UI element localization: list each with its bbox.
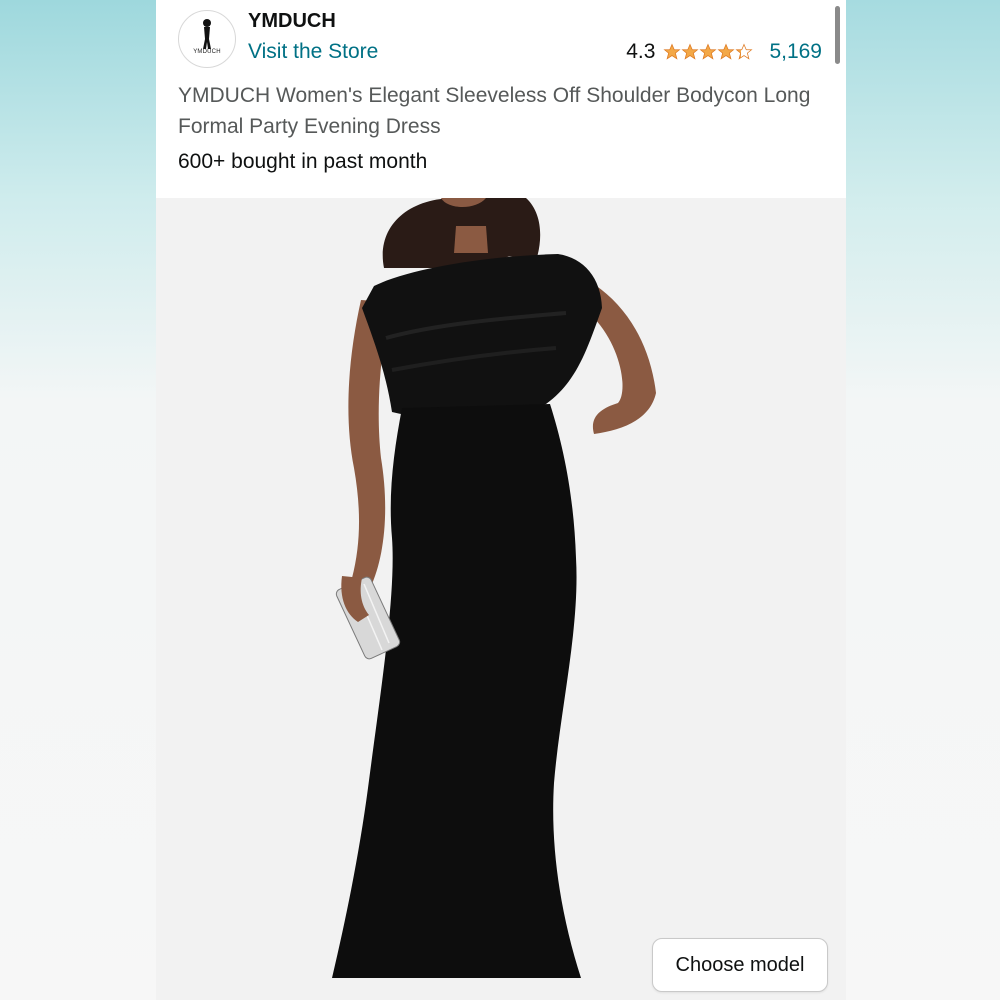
- store-logo-text: YMDUCH: [193, 49, 221, 55]
- purchase-count-text: 600+ bought in past month: [178, 150, 428, 173]
- star-icon: [717, 43, 735, 60]
- review-count-link[interactable]: 5,169: [769, 40, 822, 64]
- scrollbar[interactable]: [835, 6, 840, 64]
- background-right-panel: [846, 0, 1000, 1000]
- star-icon: [735, 43, 753, 60]
- product-title[interactable]: YMDUCH Women's Elegant Sleeveless Off Sh…: [178, 80, 818, 142]
- store-name[interactable]: YMDUCH: [248, 10, 336, 33]
- background-left-panel: [0, 0, 156, 1000]
- star-rating-icons: [663, 43, 753, 61]
- star-icon: [681, 43, 699, 60]
- visit-store-link[interactable]: Visit the Store: [248, 40, 378, 64]
- product-photo-icon: [332, 198, 656, 978]
- product-page: YMDUCH YMDUCH Visit the Store 4.3 5,169 …: [156, 0, 846, 1000]
- product-image[interactable]: Choose model: [156, 198, 846, 1000]
- store-logo[interactable]: YMDUCH: [178, 10, 236, 68]
- choose-model-button[interactable]: Choose model: [652, 938, 828, 992]
- store-logo-figure-icon: [203, 19, 211, 49]
- star-icon: [699, 43, 717, 60]
- rating-summary[interactable]: 4.3 5,169: [626, 40, 822, 64]
- product-header: YMDUCH YMDUCH Visit the Store 4.3 5,169 …: [156, 0, 846, 198]
- rating-value: 4.3: [626, 40, 656, 63]
- star-icon: [663, 43, 681, 60]
